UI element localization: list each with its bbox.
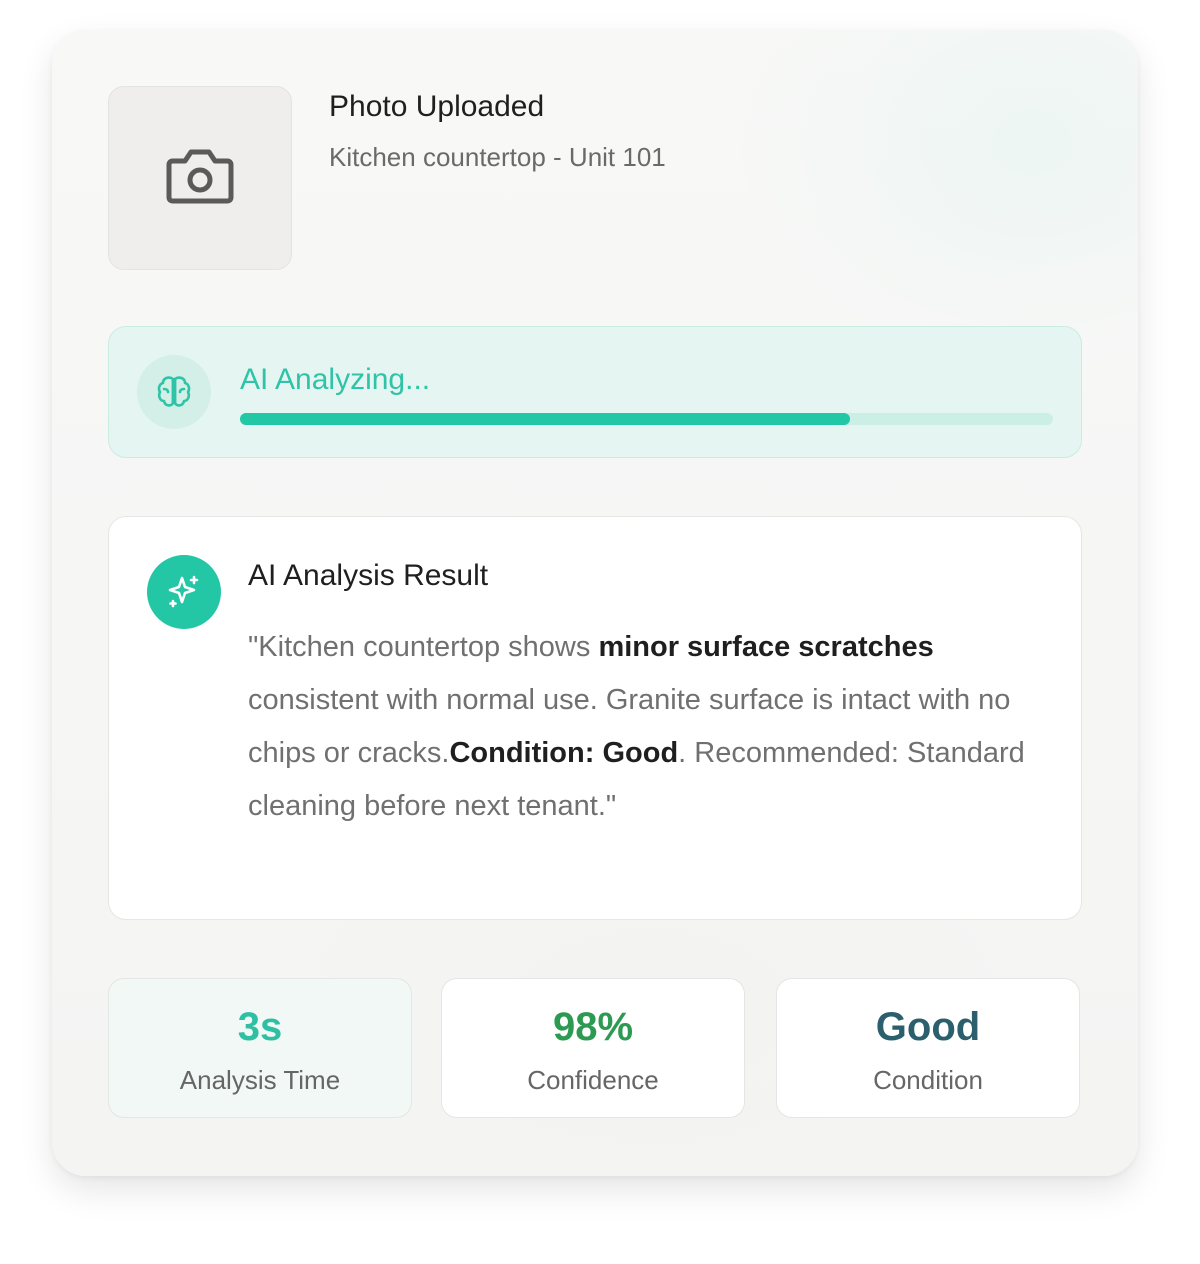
result-title: AI Analysis Result [248,559,489,592]
photo-thumbnail[interactable] [108,86,292,270]
brain-icon [137,355,211,429]
sparkle-icon [147,555,221,629]
analysis-card: Photo Uploaded Kitchen countertop - Unit… [52,30,1138,1176]
analyzing-panel: AI Analyzing... [108,326,1082,458]
result-text-segment: "Kitchen countertop shows [248,631,599,663]
result-panel: AI Analysis Result "Kitchen countertop s… [108,516,1082,920]
camera-icon [165,147,235,210]
stat-confidence: 98% Confidence [441,978,745,1118]
stat-value: Good [875,1005,981,1049]
stat-value: 98% [552,1005,634,1049]
progress-bar [240,413,1053,425]
upload-title: Photo Uploaded [329,90,545,123]
progress-fill [240,413,850,425]
stat-value: 3s [237,1005,283,1049]
analyzing-label: AI Analyzing... [240,363,431,396]
stat-condition: Good Condition [776,978,1080,1118]
stat-label: Confidence [527,1065,659,1095]
stat-label: Condition [873,1065,983,1095]
stat-analysis-time: 3s Analysis Time [108,978,412,1118]
result-text-highlight: Condition: Good [449,737,679,769]
result-text: "Kitchen countertop shows minor surface … [248,621,1048,833]
stat-label: Analysis Time [179,1065,341,1095]
upload-subtitle: Kitchen countertop - Unit 101 [329,142,666,172]
result-text-highlight: minor surface scratches [598,631,934,663]
